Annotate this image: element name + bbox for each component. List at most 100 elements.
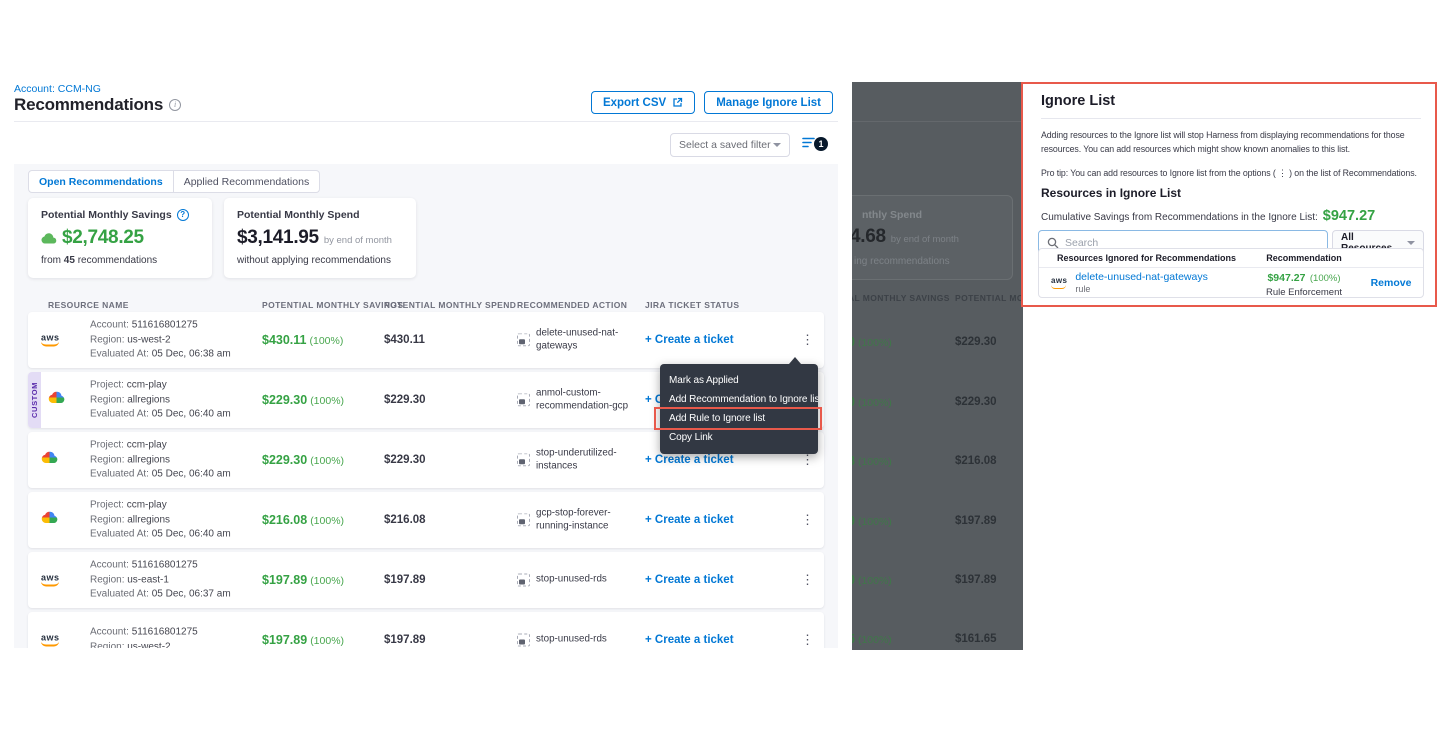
resource-details: Project: ccm-play Region: allregions Eva… [90, 498, 231, 542]
ignore-list-panel: Ignore List Adding resources to the Igno… [1021, 82, 1437, 307]
resource-details: Project: ccm-play Region: allregions Eva… [90, 438, 231, 482]
create-ticket-link[interactable]: + Create a ticket [645, 334, 734, 346]
rule-icon [517, 454, 530, 467]
ghost-spend-suffix: by end of month [891, 234, 959, 245]
create-ticket-link[interactable]: + Create a ticket [645, 574, 734, 586]
potential-monthly-savings-card: Potential Monthly Savings ? $2,748.25 fr… [28, 198, 212, 278]
menu-item-copy-link[interactable]: Copy Link [660, 428, 818, 447]
remove-button[interactable]: Remove [1359, 277, 1423, 289]
manage-ignore-list-button[interactable]: Manage Ignore List [704, 91, 833, 114]
rule-icon [517, 574, 530, 587]
kebab-menu-icon[interactable]: ⋮ [797, 568, 818, 592]
context-menu-arrow [789, 357, 801, 364]
menu-item-add-recommendation-to-ignore-list[interactable]: Add Recommendation to Ignore list [660, 390, 818, 409]
kebab-menu-icon[interactable]: ⋮ [797, 328, 818, 352]
filter-count-badge: 1 [814, 137, 828, 151]
kebab-menu-icon[interactable]: ⋮ [797, 508, 818, 532]
header-buttons: Export CSV Manage Ignore List [591, 91, 833, 114]
gcp-icon [41, 451, 58, 470]
spend-value: $3,141.95 [237, 227, 319, 249]
menu-item-mark-as-applied[interactable]: Mark as Applied [660, 371, 818, 390]
ignore-list-description: Adding resources to the Ignore list will… [1041, 128, 1425, 156]
savings-card-label-row: Potential Monthly Savings ? [41, 209, 199, 221]
kebab-menu-icon: ⋮ [1278, 168, 1287, 178]
savings-cell: $229.30(100%) [262, 393, 344, 407]
ghost-row: 9(100%) $197.89 [852, 573, 1023, 593]
ghost-spend-value-row: 4.68 by end of month [852, 226, 959, 248]
filter-panel-button[interactable]: 1 [802, 136, 828, 154]
background-screenshot-overlay: nthly Spend 4.68 by end of month ing rec… [852, 82, 1023, 650]
recommendations-page: Account: CCM-NG Recommendations i Export… [14, 80, 838, 648]
column-header-resources-ignored: Resources Ignored for Recommendations [1039, 253, 1249, 263]
export-csv-label: Export CSV [603, 97, 666, 109]
savings-from-text: from [41, 255, 61, 266]
gcp-icon [41, 511, 58, 530]
chevron-down-icon [1407, 241, 1415, 245]
recommended-action-cell: gcp-stop-forever-running-instance [517, 507, 645, 532]
external-link-icon [672, 97, 683, 108]
ghost-spend-sub: ing recommendations [854, 256, 950, 267]
ignored-resource-type: rule [1075, 284, 1208, 294]
cumulative-savings-value: $947.27 [1323, 208, 1375, 224]
page-title-row: Recommendations i [14, 95, 181, 115]
rule-icon [517, 334, 530, 347]
ghost-column-header: AL MONTHLY SAVINGS [852, 293, 950, 303]
saved-filter-placeholder: Select a saved filter [679, 139, 771, 151]
gcp-icon [48, 391, 65, 410]
spend-cell: $216.08 [384, 514, 426, 526]
recommended-action-cell: stop-unused-rds [517, 574, 645, 587]
info-icon[interactable]: i [169, 99, 181, 111]
savings-cell: $197.89(100%) [262, 573, 344, 587]
ignore-list-pro-tip: Pro tip: You can add resources to Ignore… [1041, 168, 1427, 179]
create-ticket-link[interactable]: + Create a ticket [645, 634, 734, 646]
kebab-menu-icon[interactable]: ⋮ [797, 628, 818, 648]
recommended-action-cell: stop-unused-rds [517, 634, 645, 647]
panel-divider [1041, 118, 1421, 119]
savings-cell: $430.11(100%) [262, 333, 343, 347]
savings-card-sub: from 45 recommendations [41, 255, 199, 266]
table-row[interactable]: aws Account: 511616801275 Region: us-eas… [28, 552, 824, 608]
rule-icon [517, 634, 530, 647]
savings-cell: $229.30(100%) [262, 453, 344, 467]
tab-open-recommendations[interactable]: Open Recommendations [28, 170, 174, 193]
column-header-resource-name: RESOURCE NAME [48, 300, 129, 310]
savings-suffix-text: recommendations [78, 255, 157, 266]
ignored-resource-link[interactable]: delete-unused-nat-gateways [1075, 271, 1208, 283]
column-header-potential-monthly-spend: POTENTIAL MONTHLY SPEND [384, 300, 516, 310]
tab-applied-recommendations[interactable]: Applied Recommendations [174, 170, 321, 193]
aws-icon: aws [41, 574, 60, 587]
spend-cell: $197.89 [384, 634, 426, 646]
export-csv-button[interactable]: Export CSV [591, 91, 695, 114]
header-divider [14, 121, 838, 122]
table-row[interactable]: Project: ccm-play Region: allregions Eva… [28, 492, 824, 548]
ghost-divider [852, 121, 1023, 122]
breadcrumb[interactable]: Account: CCM-NG [14, 83, 101, 95]
spend-cell: $430.11 [384, 334, 425, 346]
resource-details: Project: ccm-play Region: allregions Eva… [90, 378, 231, 422]
table-row[interactable]: aws Account: 511616801275 Region: us-wes… [28, 312, 824, 368]
potential-monthly-spend-card: Potential Monthly Spend $3,141.95 by end… [224, 198, 416, 278]
filter-row: Select a saved filter 1 [670, 133, 828, 157]
ghost-row: 0(100%) $229.30 [852, 335, 1023, 355]
pro-tip-prefix: Pro tip: You can add resources to Ignore… [1041, 168, 1276, 178]
spend-cell: $229.30 [384, 454, 426, 466]
create-ticket-link[interactable]: + Create a ticket [645, 514, 734, 526]
column-header-potential-monthly-savings: POTENTIAL MONTHLY SAVINGS [262, 300, 403, 310]
spend-value-row: $3,141.95 by end of month [237, 227, 403, 249]
table-row[interactable]: aws Account: 511616801275 Region: us-wes… [28, 612, 824, 648]
ghost-spend-value: 4.68 [852, 226, 886, 248]
ignore-list-table: Resources Ignored for Recommendations Re… [1038, 248, 1424, 298]
pro-tip-suffix: ) on the list of Recommendations. [1289, 168, 1417, 178]
row-context-menu: Mark as Applied Add Recommendation to Ig… [660, 364, 818, 454]
column-header-jira-ticket-status: JIRA TICKET STATUS [645, 300, 739, 310]
create-ticket-link[interactable]: + Create a ticket [645, 454, 734, 466]
ignore-list-title: Ignore List [1041, 93, 1115, 109]
savings-value-row: $2,748.25 [41, 227, 199, 249]
ghost-row: 8(100%) $216.08 [852, 454, 1023, 474]
help-icon[interactable]: ? [177, 209, 189, 221]
savings-cell: $197.89(100%) [262, 633, 344, 647]
saved-filter-select[interactable]: Select a saved filter [670, 133, 790, 157]
menu-item-add-rule-to-ignore-list[interactable]: Add Rule to Ignore list [660, 409, 818, 428]
ghost-row: 0(100%) $229.30 [852, 395, 1023, 415]
resource-details: Account: 511616801275 Region: us-east-1 … [90, 558, 231, 602]
